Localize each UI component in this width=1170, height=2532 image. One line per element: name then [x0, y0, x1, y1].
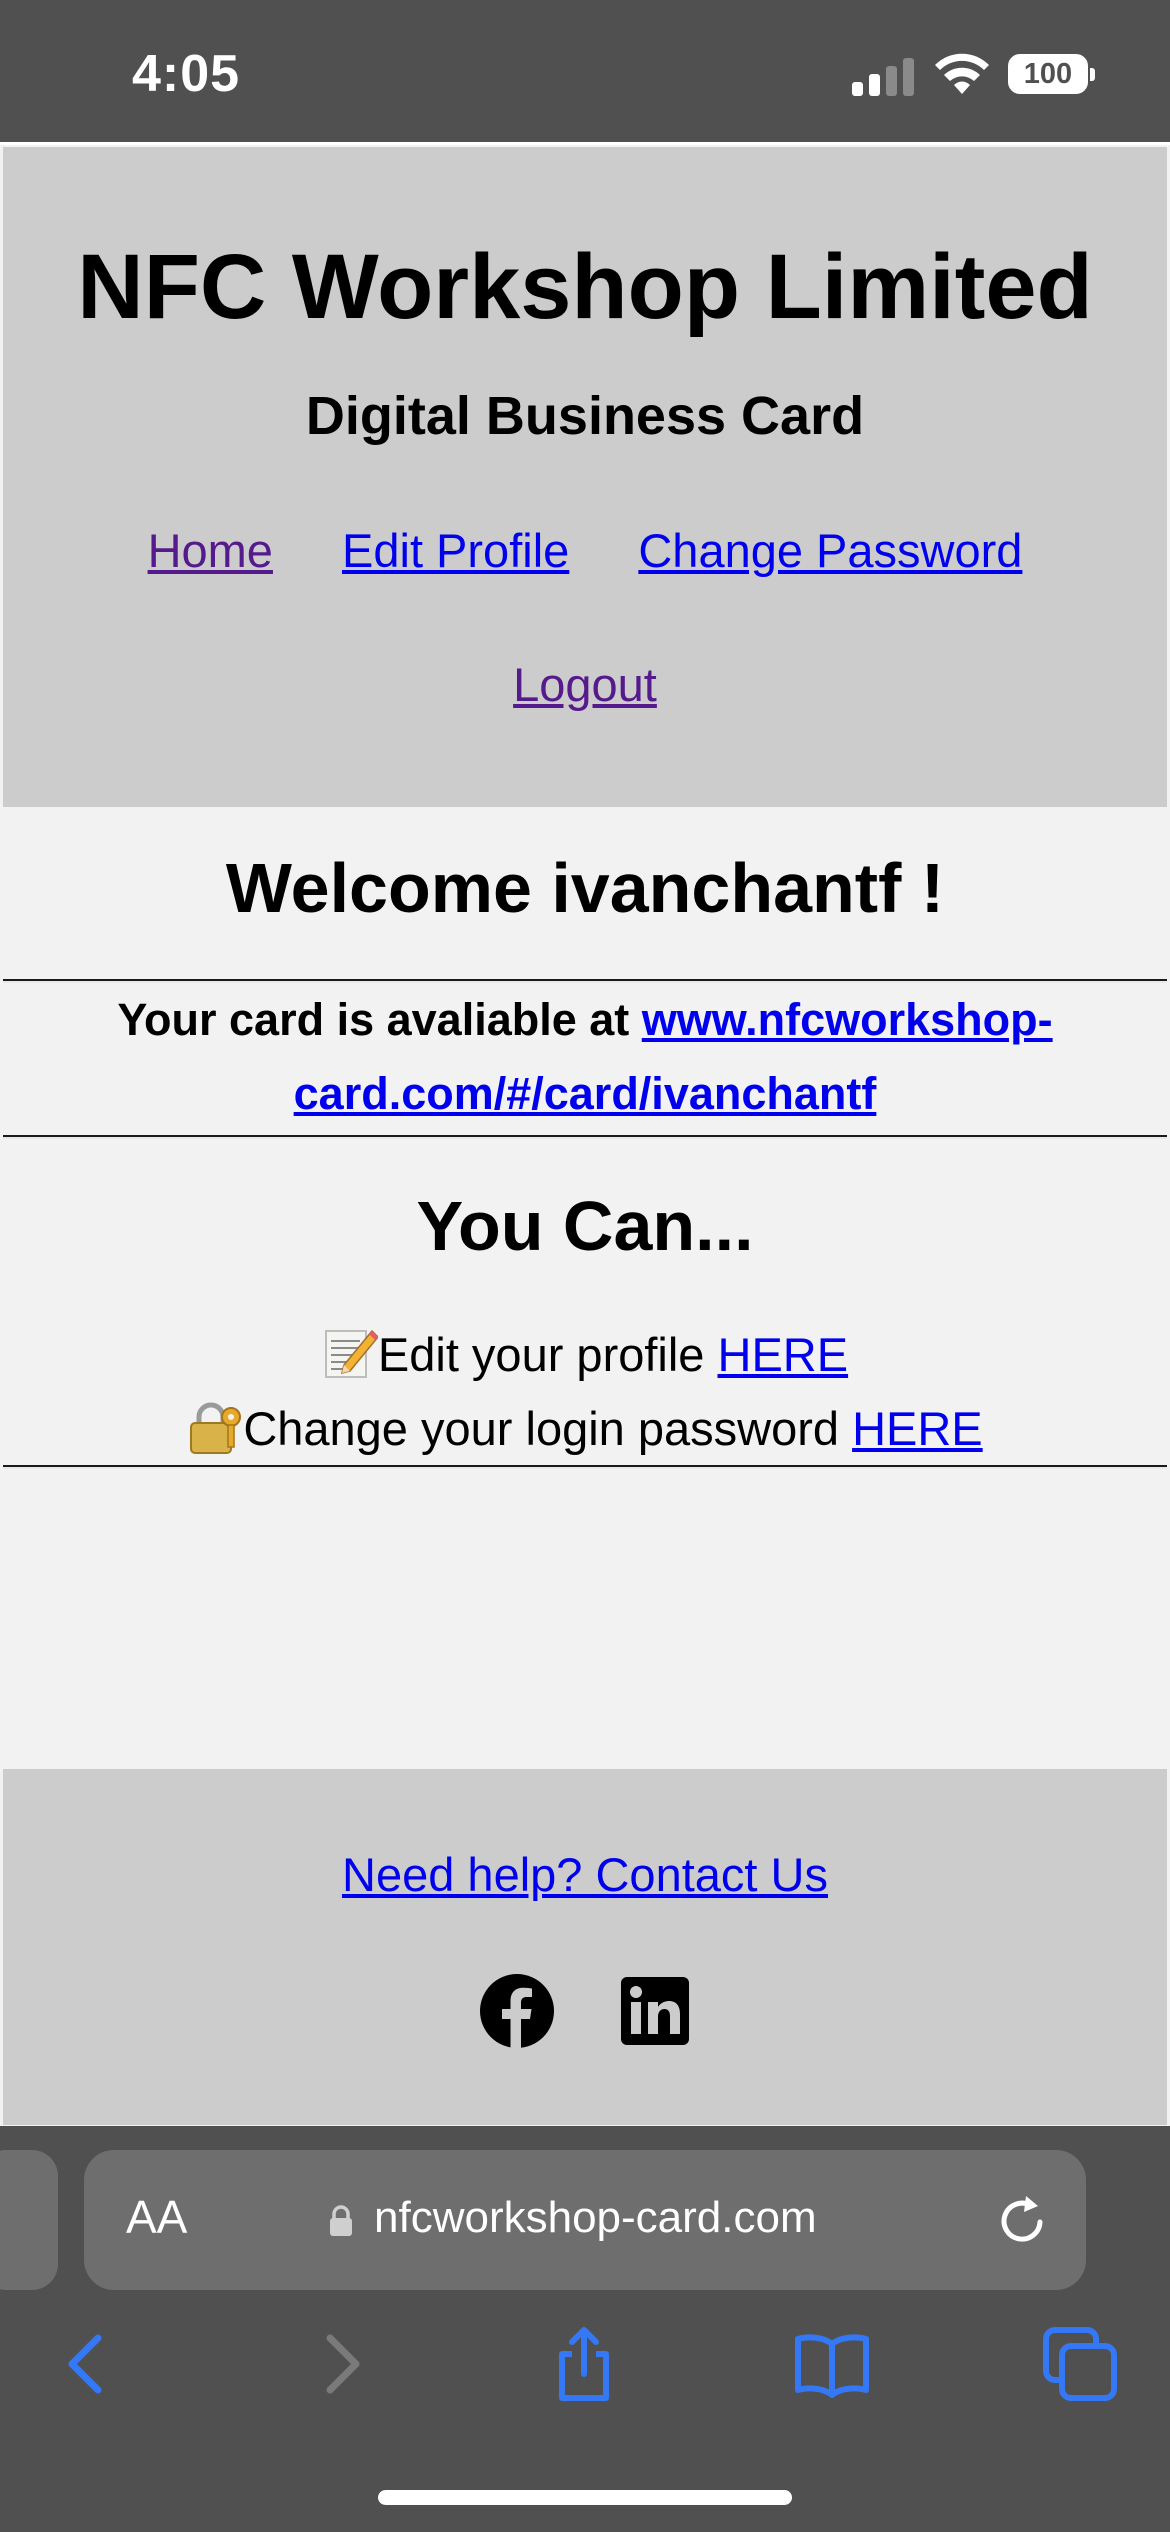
change-password-here-link[interactable]: HERE — [852, 1402, 983, 1455]
back-icon[interactable] — [48, 2324, 128, 2404]
text-size-label: AA — [126, 2191, 188, 2243]
edit-profile-action: Edit your profile HERE — [0, 1325, 1170, 1381]
url-text: nfcworkshop-card.com — [374, 2193, 817, 2242]
lock-icon — [330, 2205, 352, 2236]
text-size-button[interactable]: AA — [126, 2194, 187, 2240]
previous-tab-peek[interactable] — [0, 2150, 58, 2290]
card-note-text: Your card is avaliable at — [117, 994, 642, 1045]
contact-us-link[interactable]: Need help? Contact Us — [342, 1848, 828, 1901]
battery-icon: 100 — [1008, 54, 1095, 94]
status-bar: 4:05 100 — [0, 0, 1170, 142]
main-nav-row-2: Logout — [3, 661, 1167, 708]
help-link-row: Need help? Contact Us — [3, 1851, 1167, 1898]
card-availability-note: Your card is avaliable at www.nfcworksho… — [60, 983, 1110, 1131]
address-bar[interactable]: AA nfcworkshop-card.com — [84, 2150, 1086, 2290]
main-nav: Home Edit Profile Change Password — [3, 527, 1167, 574]
site-footer: Need help? Contact Us — [3, 1769, 1167, 2125]
tabs-icon[interactable] — [1040, 2324, 1120, 2404]
edit-profile-here-link[interactable]: HERE — [718, 1328, 849, 1381]
site-header: NFC Workshop Limited Digital Business Ca… — [3, 147, 1167, 807]
memo-pencil-icon — [322, 1325, 379, 1381]
divider — [3, 1465, 1167, 1469]
change-password-text: Change your login password — [243, 1402, 853, 1455]
browser-toolbar: AA nfcworkshop-card.com — [0, 2126, 1170, 2532]
facebook-icon[interactable] — [479, 1973, 555, 2049]
wifi-icon — [935, 53, 989, 94]
battery-level: 100 — [1023, 58, 1073, 90]
nav-home-link[interactable]: Home — [148, 524, 273, 577]
reload-icon[interactable] — [992, 2190, 1052, 2250]
welcome-heading: Welcome ivanchantf ! — [225, 849, 945, 927]
cellular-signal-icon — [852, 56, 914, 96]
nav-change-password-link[interactable]: Change Password — [638, 524, 1022, 577]
forward-icon[interactable] — [300, 2324, 380, 2404]
site-title: NFC Workshop Limited — [77, 236, 1093, 338]
bookmarks-icon[interactable] — [792, 2324, 872, 2404]
status-time: 4:05 — [132, 45, 241, 103]
home-indicator[interactable] — [378, 2490, 792, 2505]
nav-edit-profile-link[interactable]: Edit Profile — [342, 524, 569, 577]
change-password-action: Change your login password HERE — [0, 1399, 1170, 1455]
nav-logout-link[interactable]: Logout — [513, 658, 657, 711]
linkedin-icon[interactable] — [619, 1975, 691, 2047]
lock-with-key-icon — [187, 1399, 243, 1455]
web-page: NFC Workshop Limited Digital Business Ca… — [0, 142, 1170, 2142]
divider — [3, 1135, 1167, 1139]
share-icon[interactable] — [544, 2324, 624, 2404]
you-can-heading: You Can... — [416, 1187, 754, 1265]
site-subtitle: Digital Business Card — [305, 386, 865, 446]
edit-profile-text: Edit your profile — [377, 1328, 718, 1381]
